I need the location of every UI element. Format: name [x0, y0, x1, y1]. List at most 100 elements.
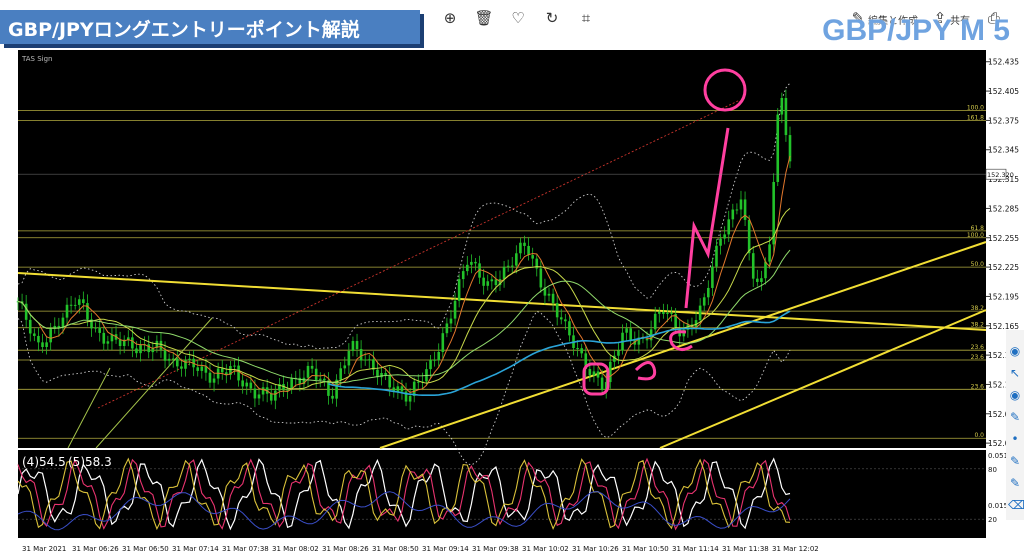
candle-body [45, 342, 48, 348]
x-tick-label: 31 Mar 06:50 [122, 545, 169, 553]
y-tick-label: 152.375 [988, 116, 1019, 125]
trash-icon[interactable]: 🗑 [474, 8, 494, 28]
candle-body [135, 348, 138, 354]
candle-body [261, 387, 265, 395]
candle-body [474, 261, 477, 264]
candle-body [735, 209, 739, 211]
candle-body [37, 335, 40, 343]
candle-body [711, 266, 714, 288]
candle-body [502, 266, 506, 280]
candle-body [559, 317, 563, 320]
candle-body [780, 98, 784, 115]
cursor-icon[interactable]: ↖ [1008, 366, 1022, 380]
candle-body [41, 342, 44, 348]
candle-body [98, 327, 101, 333]
candle-body [727, 219, 731, 235]
pencil-icon-2[interactable]: ✎ [1008, 454, 1022, 468]
y-tick-label: 152.345 [988, 146, 1019, 155]
candle-body [461, 271, 465, 280]
candle-body [625, 328, 628, 333]
candle-body [723, 234, 726, 239]
candle-body [568, 321, 571, 336]
candle-body [653, 313, 657, 330]
zoom-in-icon[interactable]: ⊕ [440, 8, 460, 28]
osc-tick-label: 20 [988, 516, 997, 524]
candle-body [527, 245, 530, 256]
candle-body [756, 278, 759, 282]
candle-body [776, 114, 780, 182]
fib-label: 23.6 [971, 344, 985, 351]
candle-body [339, 368, 342, 380]
pencil-icon-3[interactable]: ✎ [1008, 476, 1022, 490]
candle-body [65, 304, 69, 318]
y-tick-label: 152.405 [988, 87, 1019, 96]
candle-body [257, 394, 261, 399]
candle-body [331, 395, 334, 399]
candle-body [351, 341, 355, 351]
candle-body [743, 199, 747, 220]
candle-body [531, 255, 534, 259]
candle-body [490, 279, 494, 282]
candle-body [437, 351, 441, 360]
eraser-icon[interactable]: ⌫ [1008, 498, 1024, 512]
candle-body [666, 312, 669, 314]
eye-icon-2[interactable]: ◉ [1008, 388, 1022, 402]
x-tick-label: 31 Mar 08:26 [322, 545, 369, 553]
candle-body [768, 244, 771, 262]
candle-body [449, 318, 453, 324]
candle-body [380, 372, 383, 378]
x-tick-label: 31 Mar 08:02 [272, 545, 319, 553]
y-tick-label: 152.255 [988, 234, 1019, 243]
eye-icon[interactable]: ◉ [1008, 344, 1022, 358]
candle-body [731, 209, 735, 220]
candle-body [384, 372, 387, 376]
candle-body [751, 253, 755, 279]
candle-body [400, 386, 404, 392]
candle-body [220, 368, 224, 373]
candle-body [147, 344, 151, 353]
candle-body [196, 367, 200, 371]
candle-body [629, 328, 632, 341]
candle-body [94, 327, 97, 329]
candle-body [163, 349, 167, 361]
x-tick-label: 31 Mar 08:50 [372, 545, 419, 553]
candle-body [486, 281, 490, 286]
candle-body [49, 328, 52, 343]
candle-body [416, 381, 420, 383]
indicator-label: TAS Sign [21, 55, 52, 63]
candle-body [662, 311, 665, 314]
rotate-icon[interactable]: ↻ [542, 8, 562, 28]
candle-body [547, 293, 551, 296]
candle-body [429, 359, 432, 370]
candle-body [253, 388, 257, 399]
candle-body [212, 378, 216, 383]
crop-icon[interactable]: ⌗ [576, 8, 596, 28]
x-tick-label: 31 Mar 09:38 [472, 545, 519, 553]
candle-body [269, 393, 273, 401]
candle-body [515, 253, 518, 266]
heart-icon[interactable]: ♡ [508, 8, 528, 28]
candle-body [441, 333, 445, 352]
osc-tick-label: 80 [988, 466, 997, 474]
main-plot-area [18, 50, 986, 448]
y-tick-label: 152.195 [988, 292, 1019, 301]
candle-body [180, 366, 183, 369]
candle-body [433, 359, 436, 361]
candle-body [539, 268, 543, 288]
x-tick-label: 31 Mar 07:14 [172, 545, 219, 553]
candle-body [408, 395, 412, 402]
candle-body [82, 299, 85, 304]
candle-body [118, 339, 122, 347]
candle-body [445, 323, 449, 334]
fib-label: 100.0 [967, 105, 984, 112]
x-tick-label: 31 Mar 07:38 [222, 545, 269, 553]
pencil-icon[interactable]: ✎ [1008, 410, 1022, 424]
x-tick-label: 31 Mar 09:14 [422, 545, 469, 553]
candle-body [596, 371, 600, 378]
dot-icon[interactable]: • [1008, 432, 1022, 446]
candle-body [314, 368, 318, 380]
candle-body [241, 380, 244, 387]
candle-body [139, 344, 142, 354]
candle-body [171, 358, 175, 360]
candle-body [388, 375, 392, 388]
